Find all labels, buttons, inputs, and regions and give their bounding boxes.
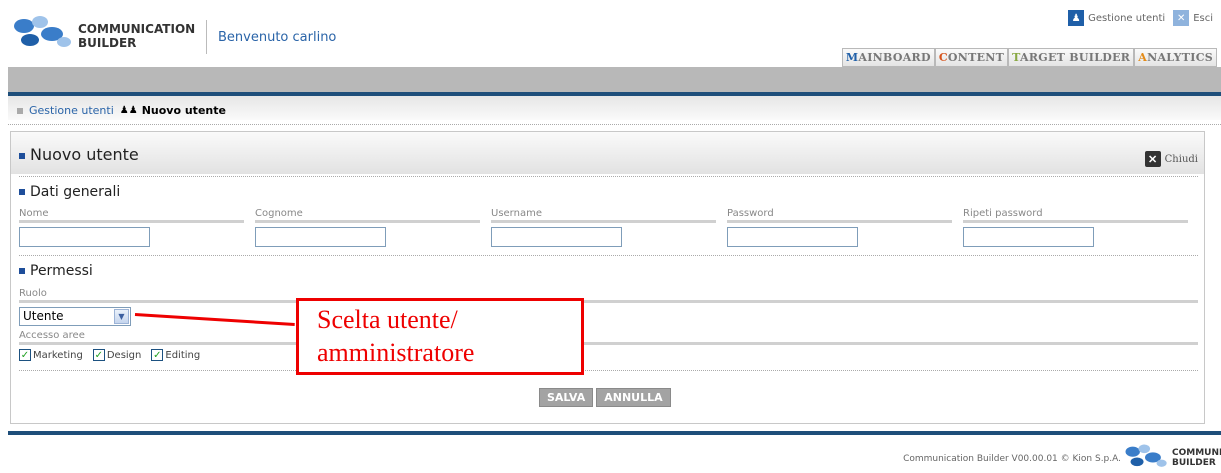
tab-mainboard[interactable]: MAINBOARD (841, 48, 935, 67)
brand-name: COMMUNICATION BUILDER (78, 22, 195, 50)
tab-label: ONTENT (947, 51, 1005, 64)
checkbox-label: Editing (165, 349, 201, 361)
divider (19, 255, 1198, 256)
title-bullet (19, 152, 25, 159)
tab-initial: C (938, 51, 948, 64)
area-checkboxes: ✓ Marketing ✓ Design ✓ Editing (19, 349, 210, 361)
annotation-line-1: Scelta utente/ (317, 305, 458, 334)
role-label: Ruolo (19, 288, 1198, 303)
breadcrumb: Gestione utenti ♟♟ Nuovo utente (17, 104, 226, 117)
footer-brand-line-1: COMMUNICATION (1172, 448, 1221, 458)
tab-analytics[interactable]: ANALYTICS (1134, 48, 1217, 67)
areas-label: Accesso aree (19, 330, 1198, 345)
field-repeat-password-label: Ripeti password (963, 208, 1188, 223)
tab-content[interactable]: CONTENT (934, 48, 1009, 67)
annotation-box: Scelta utente/ amministratore (296, 298, 584, 375)
checkbox-marketing[interactable]: ✓ Marketing (19, 349, 83, 361)
divider (19, 370, 1198, 371)
new-user-panel: Nuovo utente ✕ Chiudi Dati generali Nome… (10, 131, 1205, 424)
brand-logo (14, 16, 71, 47)
breadcrumb-divider (8, 124, 1221, 125)
repeat-password-input[interactable] (963, 227, 1094, 247)
footer-logo (1125, 444, 1167, 467)
tab-initial: A (1138, 51, 1148, 64)
top-links: ♟ Gestione utenti ✕ Esci (1068, 10, 1213, 26)
chevron-down-icon: ▼ (114, 309, 129, 324)
main-tabs: MAINBOARD CONTENT TARGET BUILDER ANALYTI… (841, 48, 1217, 67)
user-management-link[interactable]: Gestione utenti (1088, 13, 1165, 24)
tab-initial: M (845, 51, 859, 64)
name-input[interactable] (19, 227, 150, 247)
checkbox-icon[interactable]: ✓ (151, 349, 164, 361)
annotation-text: Scelta utente/ amministratore (317, 303, 474, 369)
close-label: Chiudi (1164, 153, 1198, 165)
panel-header (11, 132, 1204, 174)
footer-blue-bar (8, 431, 1221, 435)
close-button[interactable]: ✕ Chiudi (1144, 151, 1198, 167)
checkbox-icon[interactable]: ✓ (19, 349, 31, 361)
tab-initial: T (1012, 51, 1021, 64)
field-name-label: Nome (19, 208, 244, 223)
divider (19, 176, 1198, 177)
field-password-label: Password (727, 208, 952, 223)
breadcrumb-user-management[interactable]: Gestione utenti (29, 104, 114, 117)
field-username-label: Username (491, 208, 716, 223)
close-icon: ✕ (1144, 151, 1161, 167)
users-icon[interactable]: ♟ (1068, 10, 1085, 26)
logout-link[interactable]: Esci (1193, 13, 1213, 24)
section-permissions-title: Permessi (30, 263, 93, 279)
breadcrumb-bullet (17, 107, 23, 114)
tab-label: AINBOARD (858, 51, 931, 64)
welcome-text: Benvenuto carlino (218, 30, 337, 45)
password-input[interactable] (727, 227, 858, 247)
header-divider (206, 20, 207, 54)
checkbox-editing[interactable]: ✓ Editing (151, 349, 200, 361)
section-bullet (19, 268, 25, 274)
form-buttons: SALVA ANNULLA (539, 388, 674, 407)
footer-brand: COMMUNICATION BUILDER (1172, 448, 1221, 468)
section-general: Dati generali (19, 184, 120, 200)
role-select[interactable]: Utente ▼ (19, 307, 131, 326)
section-bullet (19, 189, 25, 195)
brand-line-1: COMMUNICATION (78, 22, 196, 36)
checkbox-label: Marketing (33, 349, 83, 361)
checkbox-label: Design (106, 349, 142, 361)
checkbox-design[interactable]: ✓ Design (92, 349, 142, 361)
save-button[interactable]: SALVA (539, 388, 594, 407)
brand-line-2: BUILDER (78, 36, 137, 50)
field-name: Nome (19, 208, 244, 247)
field-username: Username (491, 208, 716, 247)
exit-icon[interactable]: ✕ (1173, 10, 1190, 26)
users-icon: ♟♟ (119, 105, 138, 116)
panel-title: Nuovo utente (19, 145, 139, 164)
footer-copyright: Communication Builder V00.00.01 © Kion S… (903, 454, 1121, 464)
role-select-value: Utente (23, 309, 64, 323)
section-general-title: Dati generali (30, 184, 121, 200)
field-password: Password (727, 208, 952, 247)
panel-title-text: Nuovo utente (30, 145, 139, 164)
breadcrumb-current: Nuovo utente (141, 104, 226, 117)
tab-label: ARGET BUILDER (1020, 51, 1131, 64)
checkbox-icon[interactable]: ✓ (92, 349, 105, 361)
tab-label: NALYTICS (1147, 51, 1213, 64)
field-surname-label: Cognome (255, 208, 480, 223)
surname-input[interactable] (255, 227, 386, 247)
cancel-button[interactable]: ANNULLA (596, 388, 671, 407)
field-repeat-password: Ripeti password (963, 208, 1188, 247)
annotation-line-2: amministratore (317, 338, 475, 367)
field-surname: Cognome (255, 208, 480, 247)
tab-target-builder[interactable]: TARGET BUILDER (1008, 48, 1135, 67)
header-grey-bar (8, 67, 1221, 92)
footer-brand-line-2: BUILDER (1172, 458, 1216, 468)
username-input[interactable] (491, 227, 622, 247)
section-permissions: Permessi (19, 263, 93, 279)
